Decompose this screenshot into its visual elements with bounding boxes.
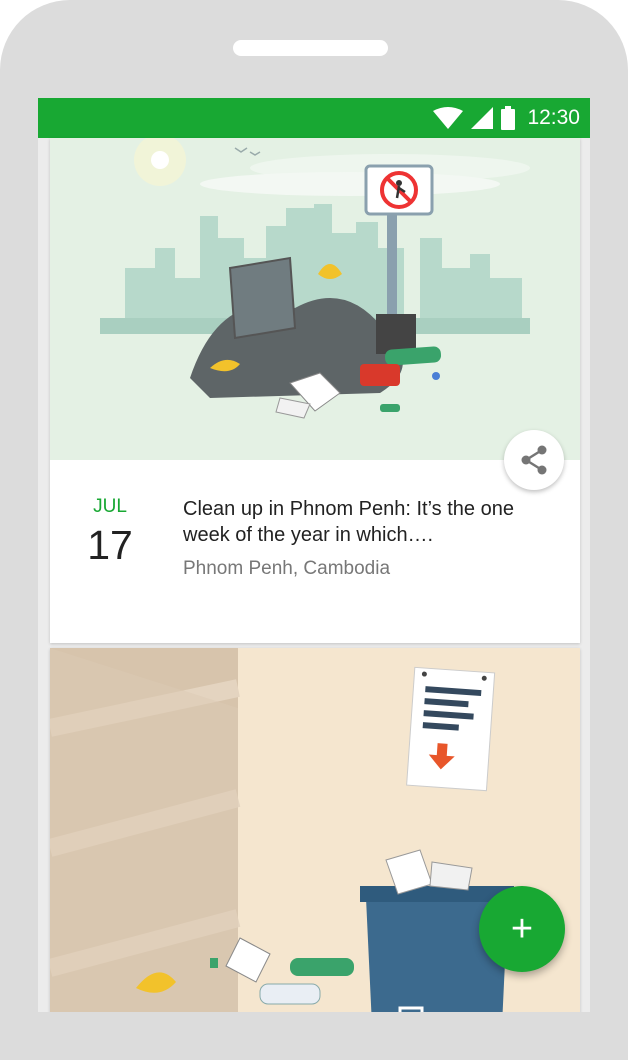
status-time: 12:30: [527, 106, 580, 129]
share-icon: [521, 445, 547, 475]
cellular-signal-icon: [471, 107, 494, 129]
app-screen: 12:30 JUL 17 Clean up in Phnom Penh: It’…: [38, 98, 590, 1012]
battery-icon: [501, 106, 516, 130]
city-garbage-pile-illustration: [50, 138, 580, 460]
add-event-button[interactable]: +: [479, 886, 565, 972]
phone-speaker: [233, 40, 388, 56]
event-card[interactable]: JUL 17 Clean up in Phnom Penh: It’s the …: [50, 138, 580, 643]
event-month: JUL: [93, 496, 127, 517]
share-button[interactable]: [504, 430, 564, 490]
plus-icon: +: [510, 907, 534, 950]
event-day: 17: [87, 522, 133, 568]
wifi-icon: [433, 107, 464, 129]
event-location: Phnom Penh, Cambodia: [183, 558, 391, 579]
event-title[interactable]: Clean up in Phnom Penh: It’s the one wee…: [183, 496, 553, 548]
status-bar: 12:30: [38, 98, 590, 138]
